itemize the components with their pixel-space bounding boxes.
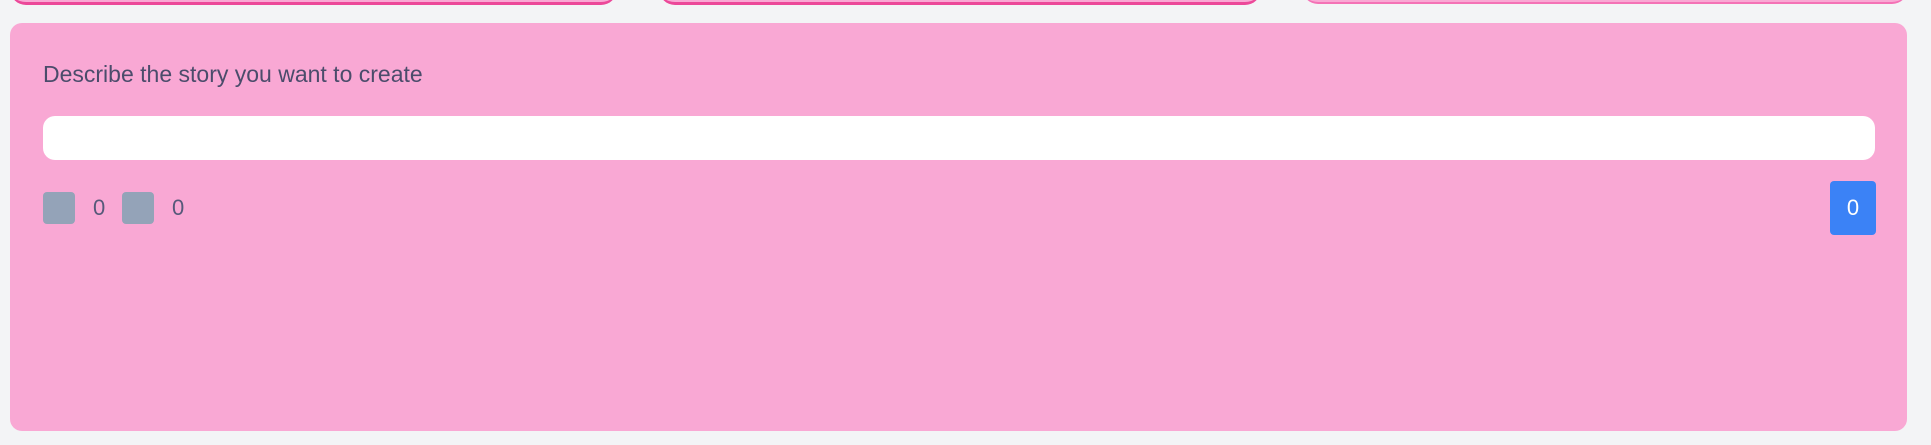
story-prompt-panel: Describe the story you want to create 0 … [10,23,1907,431]
image-placeholder-icon[interactable] [122,192,154,224]
stat-count: 0 [93,195,106,220]
image-placeholder-icon[interactable] [43,192,75,224]
top-card-3[interactable] [1302,0,1908,4]
stat-count: 0 [172,195,185,220]
count-button[interactable]: 0 [1830,181,1876,235]
story-prompt-input[interactable] [43,116,1875,160]
prompt-label: Describe the story you want to create [43,61,423,87]
top-card-1[interactable] [10,0,617,5]
stat-item-2: 0 [122,192,184,224]
top-card-2[interactable] [659,0,1261,5]
stat-item-1: 0 [43,192,105,224]
